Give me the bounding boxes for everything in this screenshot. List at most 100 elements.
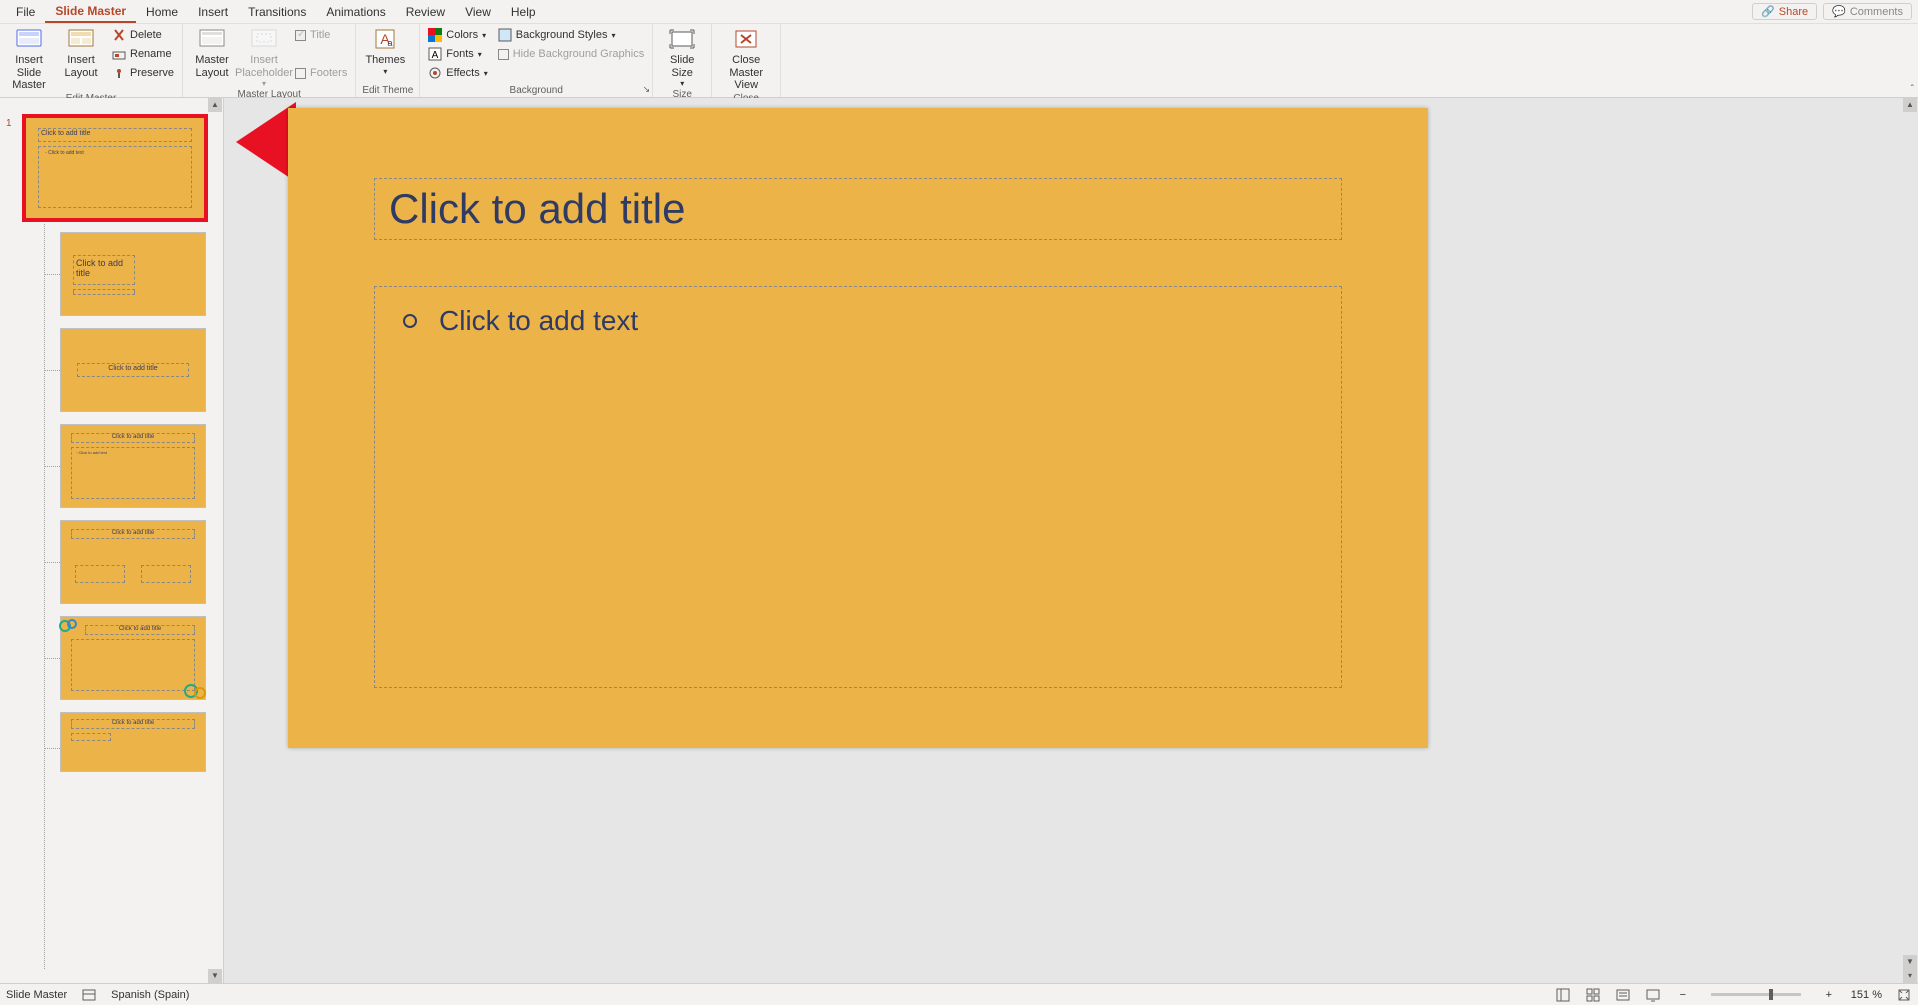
ribbon: Insert Slide Master Insert Layout Delete… xyxy=(0,24,1918,98)
preserve-button[interactable]: Preserve xyxy=(110,64,176,82)
hide-bg-label: Hide Background Graphics xyxy=(513,48,644,60)
master-layout-icon xyxy=(198,28,226,52)
layout-body: ◦ Click to add text xyxy=(71,447,195,499)
slide-size-icon xyxy=(668,28,696,52)
share-icon: 🔗 xyxy=(1761,5,1775,18)
layout-thumbnail[interactable]: Click to add title xyxy=(60,328,206,412)
hide-bg-checkbox[interactable]: Hide Background Graphics xyxy=(496,45,646,63)
master-layout-button[interactable]: Master Layout xyxy=(189,26,235,79)
menu-bar: File Slide Master Home Insert Transition… xyxy=(0,0,1918,24)
footers-checkbox[interactable]: Footers xyxy=(293,64,349,82)
colors-icon xyxy=(428,28,442,42)
slide-size-button[interactable]: Slide Size▾ xyxy=(659,26,705,88)
group-background: Colors▾ A Fonts▾ Effects▾ Background Sty… xyxy=(420,24,653,97)
slideshow-icon[interactable] xyxy=(1645,987,1661,1003)
status-language[interactable]: Spanish (Spain) xyxy=(111,989,189,1001)
themes-icon: Aa xyxy=(371,28,399,52)
scroll-down-double-icon[interactable]: ▾ xyxy=(1903,969,1917,983)
bullet-icon xyxy=(403,314,417,328)
group-label-edit-theme: Edit Theme xyxy=(362,84,413,97)
delete-button[interactable]: Delete xyxy=(110,26,176,44)
zoom-in-button[interactable]: + xyxy=(1821,987,1837,1003)
preserve-icon xyxy=(112,66,126,80)
slide-canvas[interactable]: Click to add title Click to add text xyxy=(288,108,1428,748)
delete-label: Delete xyxy=(130,29,162,41)
deco-icon xyxy=(183,683,207,699)
zoom-value[interactable]: 151 % xyxy=(1851,989,1882,1001)
tab-animations[interactable]: Animations xyxy=(316,0,395,23)
ribbon-collapse-icon[interactable]: ˆ xyxy=(1911,84,1914,95)
dialog-launcher-icon[interactable]: ↘ xyxy=(643,84,651,95)
tab-transitions[interactable]: Transitions xyxy=(238,0,316,23)
colors-button[interactable]: Colors▾ xyxy=(426,26,489,44)
fonts-button[interactable]: A Fonts▾ xyxy=(426,45,489,63)
themes-button[interactable]: Aa Themes ▾ xyxy=(362,26,408,76)
comments-button[interactable]: 💬 Comments xyxy=(1823,3,1912,20)
group-master-layout: Master Layout Insert Placeholder▾ ✓ Titl… xyxy=(183,24,356,97)
themes-label: Themes xyxy=(365,54,405,67)
title-placeholder[interactable]: Click to add title xyxy=(374,178,1342,240)
checkbox-icon xyxy=(295,68,306,79)
sorter-view-icon[interactable] xyxy=(1585,987,1601,1003)
checkbox-icon xyxy=(498,49,509,60)
insert-placeholder-button[interactable]: Insert Placeholder▾ xyxy=(241,26,287,88)
zoom-thumb[interactable] xyxy=(1769,989,1773,1000)
tab-help[interactable]: Help xyxy=(501,0,546,23)
tab-review[interactable]: Review xyxy=(396,0,455,23)
effects-button[interactable]: Effects▾ xyxy=(426,64,489,82)
footers-checkbox-label: Footers xyxy=(310,67,347,79)
fit-to-window-button[interactable] xyxy=(1896,987,1912,1003)
scroll-up-icon[interactable]: ▲ xyxy=(208,98,222,112)
reading-view-icon[interactable] xyxy=(1615,987,1631,1003)
insert-placeholder-label: Insert Placeholder xyxy=(235,54,293,79)
master-thumb-body: ◦ Click to add text xyxy=(38,146,192,208)
title-checkbox-label: Title xyxy=(310,29,330,41)
layout-title: Click to add title xyxy=(71,529,195,539)
zoom-out-button[interactable]: − xyxy=(1675,987,1691,1003)
normal-view-icon[interactable] xyxy=(1555,987,1571,1003)
insert-layout-icon xyxy=(67,28,95,52)
tab-insert[interactable]: Insert xyxy=(188,0,238,23)
share-label: Share xyxy=(1779,6,1808,18)
insert-slide-master-icon xyxy=(15,28,43,52)
close-master-view-button[interactable]: Close Master View xyxy=(718,26,774,92)
body-placeholder[interactable]: Click to add text xyxy=(374,286,1342,688)
insert-layout-button[interactable]: Insert Layout xyxy=(58,26,104,79)
rename-icon xyxy=(112,47,126,61)
tab-view[interactable]: View xyxy=(455,0,501,23)
scroll-down-icon[interactable]: ▼ xyxy=(208,969,222,983)
layout-title: Click to add title xyxy=(77,363,189,377)
close-master-label: Close Master View xyxy=(718,54,774,92)
status-bar: Slide Master Spanish (Spain) − + 151 % xyxy=(0,983,1918,1005)
group-size: Slide Size▾ Size xyxy=(653,24,712,97)
layout-title: Click to add title xyxy=(71,719,195,729)
scroll-down-icon[interactable]: ▼ xyxy=(1903,955,1917,969)
layout-thumbnail[interactable]: Click to add title xyxy=(60,520,206,604)
rename-button[interactable]: Rename xyxy=(110,45,176,63)
master-thumbnail[interactable]: Click to add title ◦ Click to add text xyxy=(22,114,208,222)
layout-thumbnail[interactable]: Click to add title ◦ Click to add text xyxy=(60,424,206,508)
title-checkbox[interactable]: ✓ Title xyxy=(293,26,349,44)
workspace: ▲ ▼ 1 Click to add title ◦ Click to add … xyxy=(0,98,1918,983)
tab-file[interactable]: File xyxy=(6,0,45,23)
group-label-background: Background xyxy=(426,84,646,97)
layout-thumbnail[interactable]: Click to add title xyxy=(60,712,206,772)
layout-thumbnail[interactable]: Click to add title xyxy=(60,616,206,700)
insert-slide-master-button[interactable]: Insert Slide Master xyxy=(6,26,52,92)
zoom-slider[interactable] xyxy=(1711,993,1801,996)
language-icon[interactable] xyxy=(81,987,97,1003)
title-placeholder-text: Click to add title xyxy=(389,185,685,233)
close-icon xyxy=(732,28,760,52)
fonts-icon: A xyxy=(428,47,442,61)
scroll-up-icon[interactable]: ▲ xyxy=(1903,98,1917,112)
tab-slide-master[interactable]: Slide Master xyxy=(45,0,136,23)
delete-icon xyxy=(112,28,126,42)
background-styles-button[interactable]: Background Styles▾ xyxy=(496,26,646,44)
tab-home[interactable]: Home xyxy=(136,0,188,23)
background-styles-icon xyxy=(498,28,512,42)
layout-thumbnail[interactable]: Click to add title xyxy=(60,232,206,316)
svg-text:a: a xyxy=(388,38,393,48)
group-edit-theme: Aa Themes ▾ Edit Theme xyxy=(356,24,420,97)
master-number: 1 xyxy=(6,118,12,129)
share-button[interactable]: 🔗 Share xyxy=(1752,3,1817,20)
